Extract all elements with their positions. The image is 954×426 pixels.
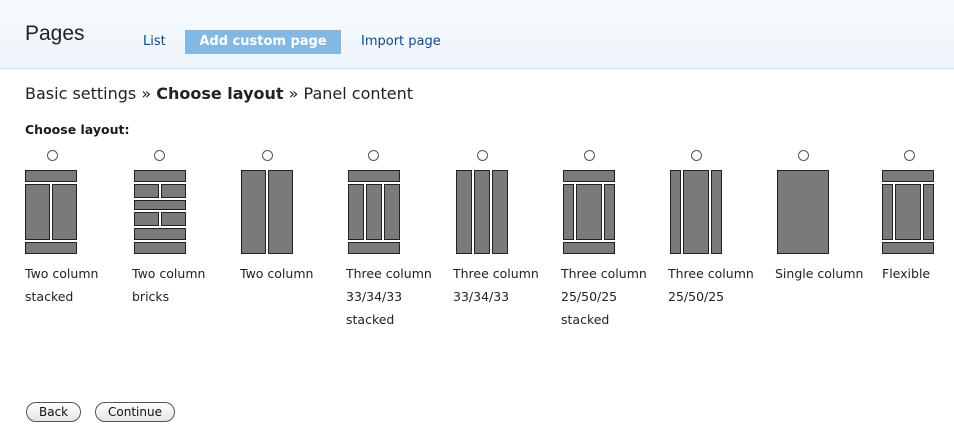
layout-radio[interactable] [904,150,915,161]
layout-radio[interactable] [691,150,702,161]
breadcrumb-step-panel-content: Panel content [303,84,414,103]
layout-caption[interactable]: Two column stacked [25,262,130,308]
layout-caption[interactable]: Single column [775,262,880,285]
tab-import-page[interactable]: Import page [361,30,441,54]
layout-radio[interactable] [477,150,488,161]
layout-caption[interactable]: Two column [240,262,345,285]
breadcrumb-step-choose-layout: Choose layout [156,84,284,103]
breadcrumb-separator: » [288,84,299,103]
breadcrumb-separator: » [141,84,152,103]
layout-caption[interactable]: Three column 25/50/25 [668,262,773,308]
breadcrumb-step-basic-settings: Basic settings [25,84,137,103]
layout-radio[interactable] [584,150,595,161]
layout-caption[interactable]: Three column 33/34/33 stacked [346,262,451,331]
layout-caption[interactable]: Flexible [882,262,952,285]
page-header: Pages List Add custom page Import page [0,0,954,69]
layout-caption[interactable]: Three column 33/34/33 [453,262,558,308]
layout-radio[interactable] [368,150,379,161]
tab-list[interactable]: List [143,30,166,54]
layout-thumbnail-three-column-33-34-33[interactable] [456,170,508,254]
layout-thumbnail-flexible[interactable] [882,170,934,254]
layout-thumbnail-three-column-25-50-25[interactable] [670,170,722,254]
layout-caption[interactable]: Three column 25/50/25 stacked [561,262,666,331]
continue-button[interactable]: Continue [95,402,175,422]
layout-thumbnail-two-column[interactable] [241,170,293,254]
layout-radio[interactable] [47,150,58,161]
layout-radio[interactable] [262,150,273,161]
back-button[interactable]: Back [26,402,82,422]
layout-thumbnail-two-column-bricks[interactable] [134,170,186,254]
page-title: Pages [25,22,85,45]
layout-radio[interactable] [154,150,165,161]
layout-radio[interactable] [798,150,809,161]
choose-layout-label: Choose layout: [25,122,130,137]
breadcrumb: Basic settings » Choose layout » Panel c… [25,84,413,103]
layout-thumbnail-three-column-33-34-33-stacked[interactable] [348,170,400,254]
tab-add-custom-page[interactable]: Add custom page [185,30,341,54]
layout-caption[interactable]: Two column bricks [132,262,237,308]
layout-thumbnail-three-column-25-50-25-stacked[interactable] [563,170,615,254]
layout-thumbnail-single-column[interactable] [777,170,829,254]
layout-thumbnail-two-column-stacked[interactable] [25,170,77,254]
